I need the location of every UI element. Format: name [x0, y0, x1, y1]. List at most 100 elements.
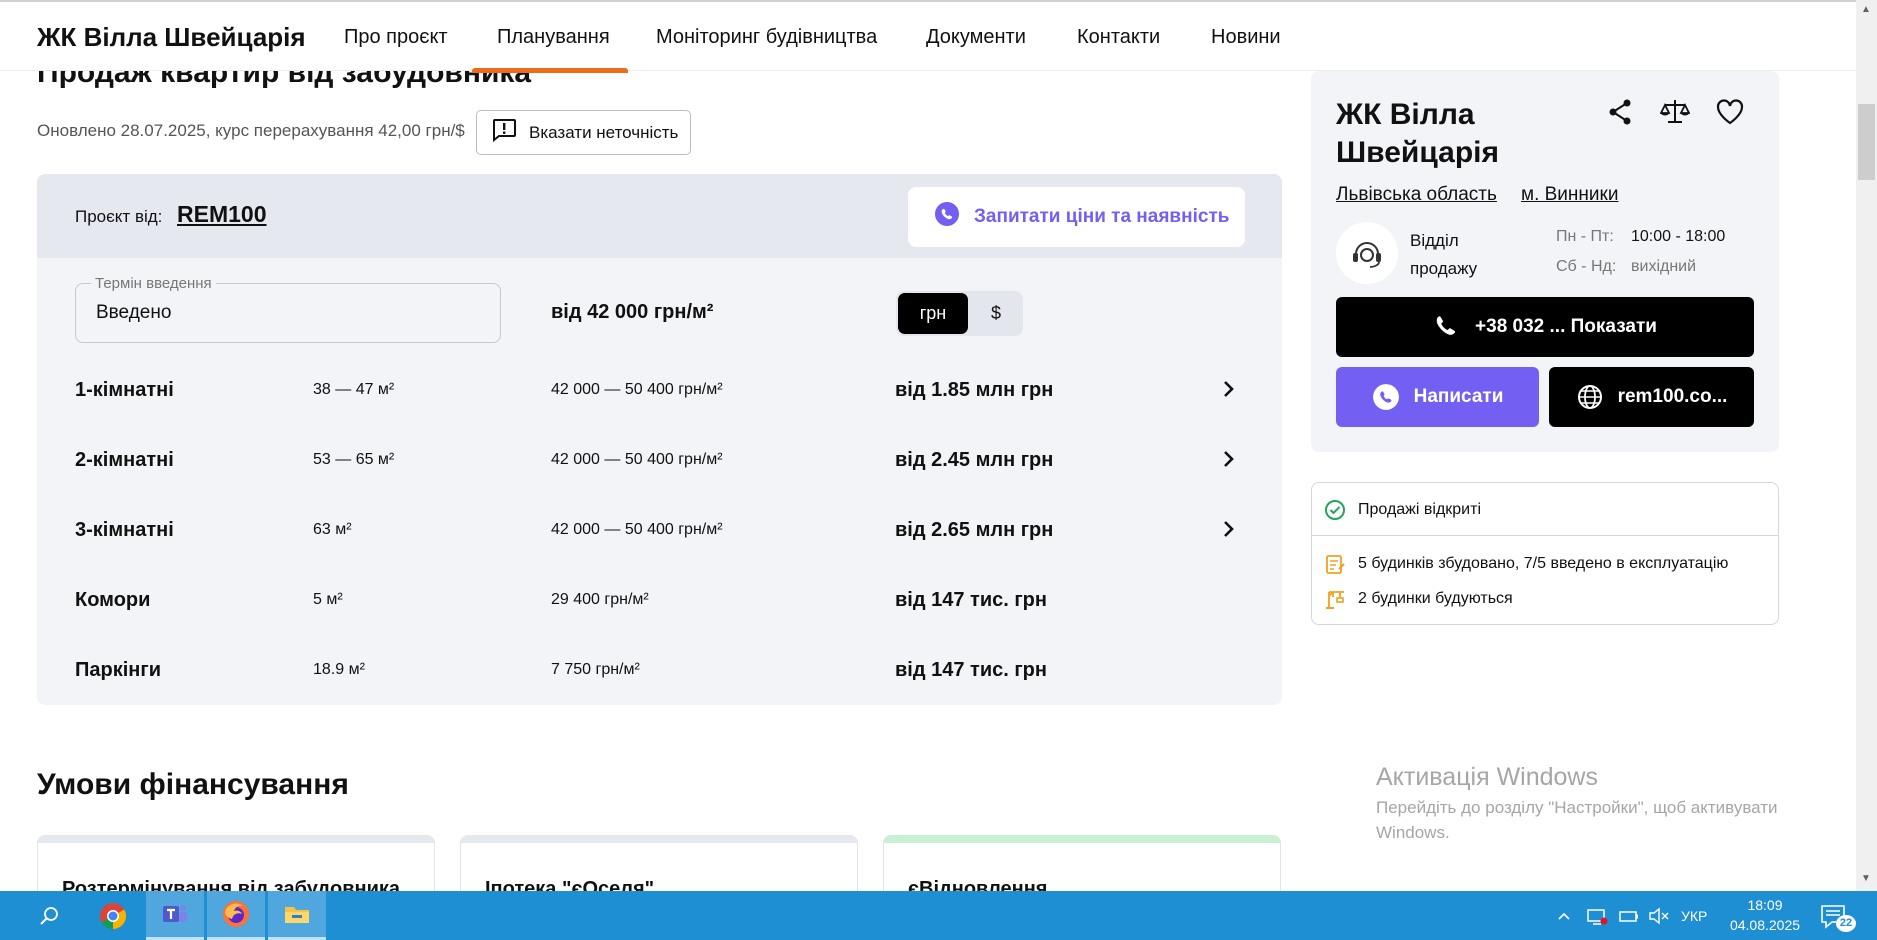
taskbar-file-explorer[interactable] [268, 891, 326, 940]
taskbar-clock[interactable]: 18:09 04.08.2025 [1720, 895, 1810, 935]
teams-icon [163, 905, 187, 922]
taskbar-search-button[interactable] [20, 891, 78, 940]
taskbar-chrome[interactable] [84, 891, 142, 940]
apartment-price-per-m2: 7 750 грн/м² [551, 661, 640, 678]
ask-prices-button[interactable]: Запитати ціни та наявність [908, 187, 1245, 247]
tray-volume-muted-icon[interactable] [1648, 891, 1670, 940]
finance-card-restoration[interactable]: єВідновлення [883, 835, 1281, 891]
apartment-total-price: від 2.45 млн грн [895, 449, 1054, 471]
apartment-total-price: від 1.85 млн грн [895, 379, 1054, 401]
currency-usd-button[interactable]: $ [972, 293, 1020, 334]
finance-card-installment[interactable]: Розтермінування від забудовника [37, 835, 435, 891]
sales-dept-label: Відділ продажу [1410, 231, 1478, 278]
finance-card-title: Іпотека "єОселя" [485, 878, 655, 891]
price-panel: Проєкт від: REM100 Запитати ціни та наяв… [37, 174, 1282, 705]
weekdays-label: Пн - Пт: [1556, 228, 1614, 245]
firefox-icon [223, 901, 249, 927]
term-select[interactable]: Термін введення Введено [75, 275, 501, 343]
finance-card-title: Розтермінування від забудовника [62, 878, 401, 891]
term-label: Термін введення [91, 275, 216, 292]
nav-item-planning[interactable]: Планування [497, 26, 610, 49]
currency-uah-button[interactable]: грн [898, 293, 968, 334]
taskbar-teams[interactable] [146, 891, 204, 940]
show-phone-button[interactable]: +38 032 ... Показати [1336, 297, 1754, 357]
apartment-area: 53 — 65 м² [313, 451, 395, 468]
search-icon [40, 906, 58, 925]
weekend-hours: вихідний [1631, 258, 1697, 275]
nav-item-about[interactable]: Про проєкт [344, 26, 448, 49]
nav-item-documents[interactable]: Документи [926, 26, 1026, 49]
crane-icon [1326, 591, 1344, 609]
favorite-heart-icon[interactable] [1715, 97, 1745, 127]
city-link[interactable]: м. Винники [1521, 184, 1618, 206]
apartment-row[interactable]: 2-кімнатні 53 — 65 м² 42 000 — 50 400 гр… [37, 425, 1282, 495]
apartment-type: 2-кімнатні [75, 449, 174, 471]
feedback-icon [491, 118, 517, 147]
apartment-row[interactable]: 1-кімнатні 38 — 47 м² 42 000 — 50 400 гр… [37, 355, 1282, 425]
website-label: rem100.co... [1617, 386, 1728, 407]
taskbar-firefox[interactable] [207, 891, 265, 940]
apartment-area: 18.9 м² [313, 661, 365, 678]
status-built: 5 будинків збудовано, 7/5 введено в експ… [1324, 553, 1728, 575]
apartment-row: Комори 5 м² 29 400 грн/м² від 147 тис. г… [37, 565, 1282, 635]
price-from: від 42 000 грн/м² [551, 301, 714, 323]
tray-network-icon[interactable] [1586, 891, 1608, 940]
show-phone-label: +38 032 ... Показати [1475, 316, 1657, 337]
nav-item-contacts[interactable]: Контакти [1077, 26, 1160, 49]
apartment-type: 3-кімнатні [75, 519, 174, 541]
compare-scales-icon[interactable] [1660, 97, 1690, 127]
project-brand[interactable]: ЖК Вілла Швейцарія [37, 22, 306, 53]
apartment-row[interactable]: 3-кімнатні 63 м² 42 000 — 50 400 грн/м² … [37, 495, 1282, 565]
apartment-area: 5 м² [313, 591, 343, 608]
scroll-down-arrow-icon[interactable]: ▼ [1861, 873, 1871, 884]
currency-toggle: грн $ [896, 291, 1023, 336]
tray-language[interactable]: УКР [1681, 891, 1707, 940]
scroll-up-arrow-icon[interactable]: ▲ [1861, 4, 1871, 15]
project-by-label: Проєкт від: [75, 207, 163, 226]
project-title: ЖК Вілла Швейцарія [1336, 98, 1499, 169]
viber-write-button[interactable]: Написати [1336, 367, 1539, 427]
nav-item-monitoring[interactable]: Моніторинг будівництва [656, 26, 877, 49]
apartment-price-per-m2: 42 000 — 50 400 грн/м² [551, 451, 723, 468]
viber-icon [934, 201, 960, 233]
status-building: 2 будинки будуються [1324, 588, 1513, 610]
weekdays-hours: 10:00 - 18:00 [1631, 228, 1726, 245]
apartment-total-price: від 147 тис. грн [895, 659, 1047, 681]
region-link[interactable]: Львівська область [1336, 184, 1497, 206]
apartment-total-price: від 2.65 млн грн [895, 519, 1054, 541]
apartment-price-per-m2: 29 400 грн/м² [551, 591, 649, 608]
viber-icon [1372, 384, 1399, 410]
tray-show-hidden-icon[interactable] [1556, 891, 1572, 940]
apartment-price-per-m2: 42 000 — 50 400 грн/м² [551, 381, 723, 398]
apartment-total-price: від 147 тис. грн [895, 589, 1047, 611]
tray-battery-icon[interactable] [1618, 891, 1640, 940]
windows-taskbar: УКР 18:09 04.08.2025 22 [0, 891, 1877, 940]
ask-prices-label: Запитати ціни та наявність [974, 206, 1230, 227]
finance-card-title: єВідновлення [908, 878, 1048, 891]
apartment-area: 63 м² [313, 521, 352, 538]
clock-date: 04.08.2025 [1729, 917, 1801, 933]
finance-heading: Умови фінансування [37, 768, 349, 801]
panel-header: Проєкт від: REM100 Запитати ціни та наяв… [37, 174, 1282, 258]
apartment-area: 38 — 47 м² [313, 381, 395, 398]
finance-card-mortgage[interactable]: Іпотека "єОселя" [460, 835, 858, 891]
document-checklist-icon [1326, 555, 1345, 574]
chevron-right-icon[interactable] [1219, 379, 1239, 399]
developer-link[interactable]: REM100 [177, 201, 266, 228]
nav-item-news[interactable]: Новини [1211, 26, 1281, 49]
sales-open-text: Продажі відкриті [1358, 501, 1481, 518]
windows-activation-title: Активація Windows [1376, 763, 1598, 791]
chevron-right-icon[interactable] [1219, 519, 1239, 539]
scroll-thumb[interactable] [1858, 104, 1875, 180]
project-info-card: ЖК Вілла Швейцарія Львівська область м. … [1311, 71, 1779, 452]
page-scrollbar[interactable]: ▲ ▼ [1856, 0, 1877, 891]
chrome-icon [100, 902, 127, 929]
share-icon[interactable] [1605, 97, 1635, 127]
website-button[interactable]: rem100.co... [1549, 367, 1754, 427]
built-text: 5 будинків збудовано, 7/5 введено в експ… [1358, 555, 1729, 572]
sales-agent-avatar [1336, 222, 1398, 284]
report-inaccuracy-button[interactable]: Вказати неточність [476, 110, 691, 155]
clock-time: 18:09 [1747, 897, 1783, 913]
chevron-right-icon[interactable] [1219, 449, 1239, 469]
active-tab-indicator [472, 68, 628, 73]
